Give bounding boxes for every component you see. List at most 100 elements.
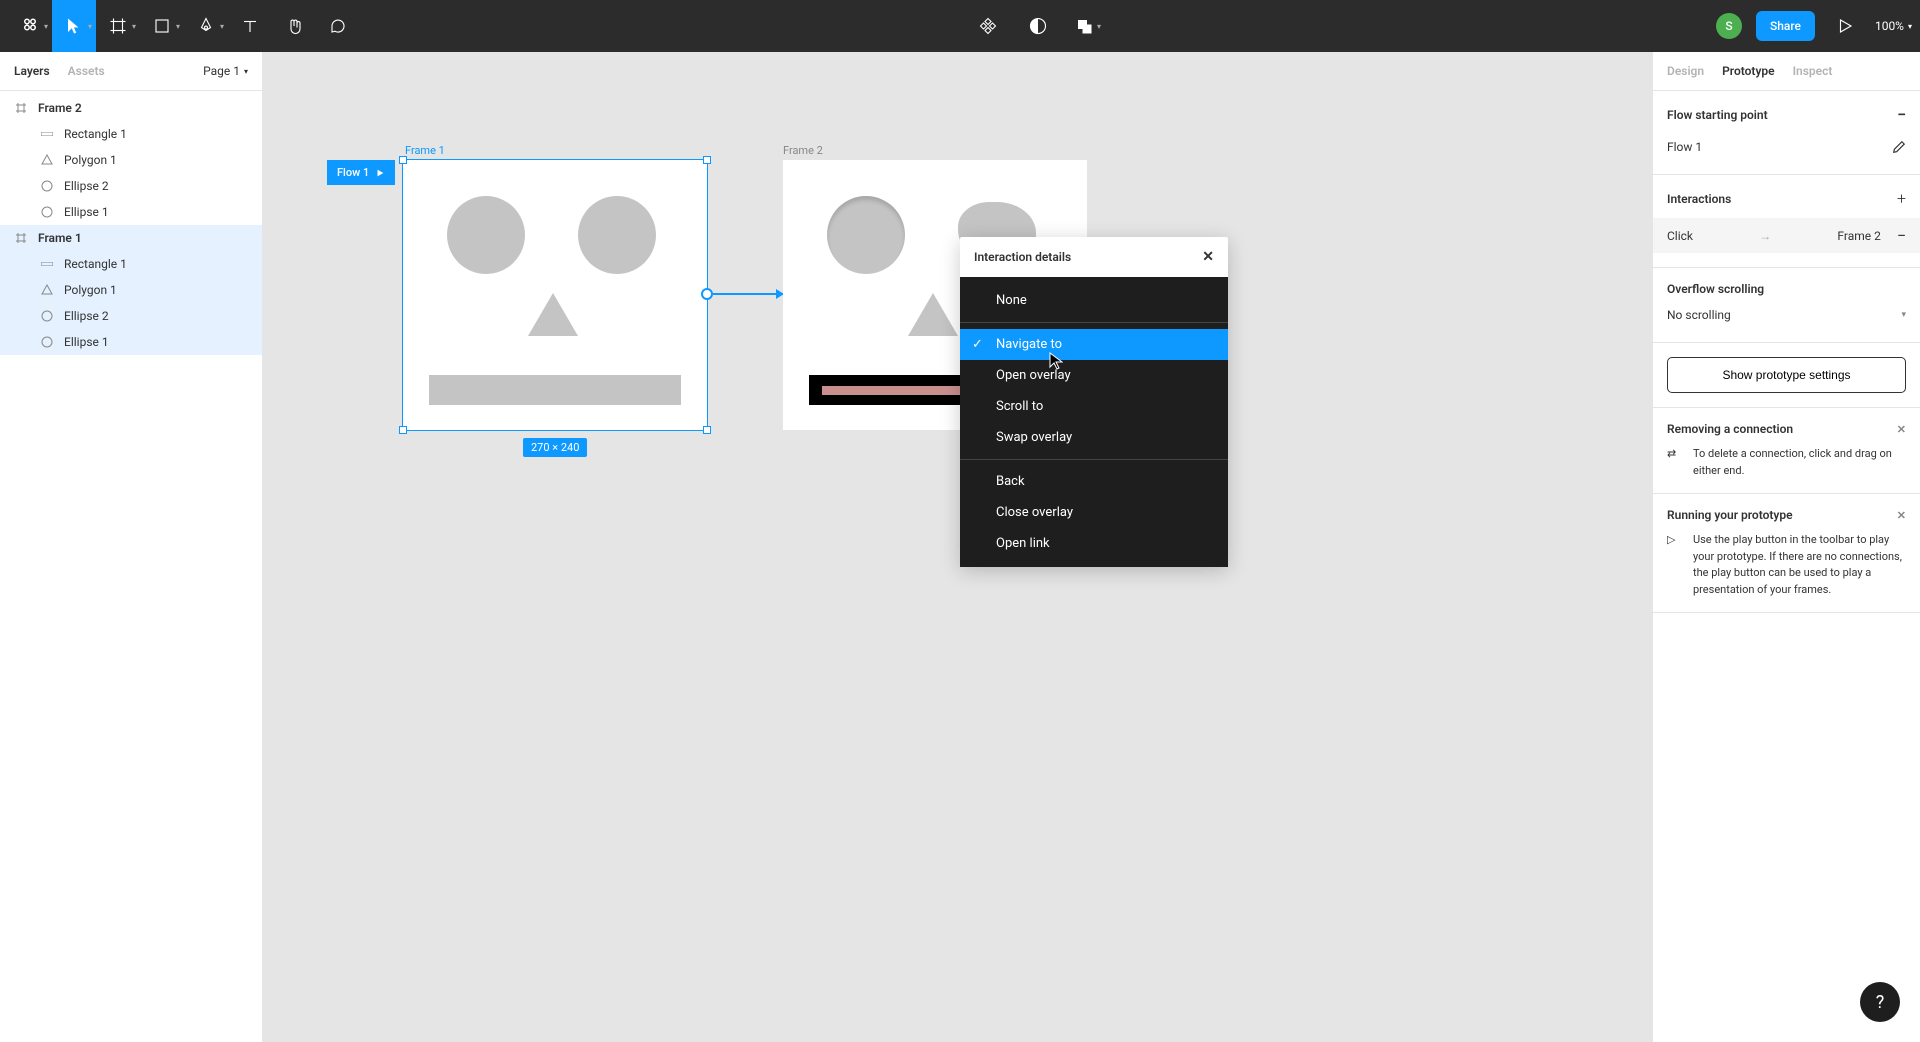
dropdown-option-close-overlay[interactable]: Close overlay — [960, 497, 1228, 528]
boolean-button[interactable]: ▾ — [1072, 10, 1104, 42]
section-header: Flow starting point − — [1667, 105, 1906, 124]
selection-handle[interactable] — [703, 426, 711, 434]
layer-polygon-1[interactable]: Polygon 1 — [0, 147, 262, 173]
frame-icon — [109, 17, 127, 35]
layer-rectangle-1[interactable]: Rectangle 1 — [0, 121, 262, 147]
layer-label: Ellipse 1 — [64, 205, 109, 219]
layer-ellipse-1b[interactable]: Ellipse 1 — [0, 329, 262, 355]
comment-icon — [329, 17, 347, 35]
chevron-down-icon: ▾ — [1908, 22, 1912, 31]
interaction-target: Frame 2 — [1837, 229, 1880, 243]
selection-handle[interactable] — [399, 426, 407, 434]
polygon-icon — [40, 153, 54, 167]
overflow-select[interactable]: No scrolling ▾ — [1667, 302, 1906, 328]
layer-ellipse-2b[interactable]: Ellipse 2 — [0, 303, 262, 329]
layers-tab[interactable]: Layers — [14, 64, 50, 78]
ellipse-icon — [40, 179, 54, 193]
add-interaction-button[interactable]: + — [1897, 189, 1906, 208]
help-text: ⇄ To delete a connection, click and drag… — [1667, 446, 1906, 479]
dropdown-option-navigate-to[interactable]: Navigate to — [960, 329, 1228, 360]
dropdown-option-scroll-to[interactable]: Scroll to — [960, 391, 1228, 422]
page-selector[interactable]: Page 1 ▾ — [203, 64, 248, 78]
selection-handle[interactable] — [703, 156, 711, 164]
dropdown-option-none[interactable]: None — [960, 285, 1228, 316]
shape-rectangle[interactable] — [429, 375, 681, 405]
components-button[interactable] — [972, 10, 1004, 42]
layer-polygon-1b[interactable]: Polygon 1 — [0, 277, 262, 303]
remove-button[interactable]: − — [1897, 105, 1906, 124]
section-header: Running your prototype ✕ — [1667, 508, 1906, 522]
section-title: Overflow scrolling — [1667, 282, 1764, 296]
layers-list: Frame 2 Rectangle 1 Polygon 1 Ellipse 2 … — [0, 91, 262, 1042]
size-badge: 270 × 240 — [523, 438, 587, 457]
shape-ellipse[interactable] — [447, 196, 525, 274]
toolbar-right: S Share 100% ▾ — [1716, 10, 1912, 42]
layer-rectangle-1b[interactable]: Rectangle 1 — [0, 251, 262, 277]
left-panel-tabs: Layers Assets Page 1 ▾ — [0, 52, 262, 91]
canvas-frame-1[interactable] — [403, 160, 707, 430]
shape-polygon[interactable] — [528, 293, 578, 336]
dropdown-option-back[interactable]: Back — [960, 466, 1228, 497]
prototype-tab[interactable]: Prototype — [1722, 64, 1775, 78]
layer-frame-2[interactable]: Frame 2 — [0, 95, 262, 121]
frame-2-label[interactable]: Frame 2 — [783, 144, 823, 157]
share-button[interactable]: Share — [1756, 11, 1815, 41]
pen-tool-button[interactable]: ▾ — [184, 0, 228, 52]
assets-tab[interactable]: Assets — [68, 64, 105, 78]
pen-icon — [197, 17, 215, 35]
shape-ellipse[interactable] — [827, 196, 905, 274]
main-menu-button[interactable]: ▾ — [8, 0, 52, 52]
move-tool-button[interactable]: ▾ — [52, 0, 96, 52]
play-icon: ▷ — [1667, 532, 1683, 598]
section-title: Removing a connection — [1667, 422, 1793, 436]
frame-tool-button[interactable]: ▾ — [96, 0, 140, 52]
chevron-down-icon: ▾ — [132, 22, 136, 31]
close-button[interactable]: ✕ — [1202, 249, 1214, 265]
zoom-selector[interactable]: 100% ▾ — [1875, 19, 1912, 33]
user-avatar[interactable]: S — [1716, 13, 1742, 39]
chevron-down-icon: ▾ — [1097, 22, 1101, 31]
selection-handle[interactable] — [399, 156, 407, 164]
layer-frame-1[interactable]: Frame 1 — [0, 225, 262, 251]
dismiss-button[interactable]: ✕ — [1897, 423, 1906, 436]
flow-badge[interactable]: Flow 1 — [327, 160, 395, 185]
connection-arrow[interactable] — [713, 293, 783, 295]
dropdown-option-open-overlay[interactable]: Open overlay — [960, 360, 1228, 391]
hand-icon — [285, 17, 303, 35]
help-text: ▷ Use the play button in the toolbar to … — [1667, 532, 1906, 598]
design-tab[interactable]: Design — [1667, 64, 1704, 78]
components-icon — [979, 17, 997, 35]
layer-label: Rectangle 1 — [64, 257, 127, 271]
main-area: Layers Assets Page 1 ▾ Frame 2 Rectangle… — [0, 52, 1920, 1042]
mask-button[interactable] — [1022, 10, 1054, 42]
text-tool-button[interactable] — [228, 0, 272, 52]
toolbar-center: ▾ — [360, 10, 1716, 42]
interaction-trigger: Click — [1667, 229, 1693, 243]
canvas[interactable]: Frame 1 Flow 1 270 × 240 Frame 2 — [263, 52, 1652, 1042]
dropdown-option-swap-overlay[interactable]: Swap overlay — [960, 422, 1228, 453]
connection-node[interactable] — [701, 288, 713, 300]
action-dropdown-menu: None Navigate to Open overlay Scroll to … — [960, 277, 1228, 567]
edit-icon[interactable] — [1892, 140, 1906, 154]
help-button[interactable]: ? — [1860, 982, 1900, 1022]
layer-ellipse-1[interactable]: Ellipse 1 — [0, 199, 262, 225]
interaction-row[interactable]: Click → Frame 2 − — [1653, 218, 1920, 253]
shape-polygon[interactable] — [908, 293, 958, 336]
layer-label: Ellipse 2 — [64, 179, 109, 193]
section-header: Overflow scrolling — [1667, 282, 1906, 296]
inspect-tab[interactable]: Inspect — [1793, 64, 1833, 78]
dismiss-button[interactable]: ✕ — [1897, 509, 1906, 522]
show-prototype-settings-button[interactable]: Show prototype settings — [1667, 357, 1906, 393]
remove-interaction-button[interactable]: − — [1897, 226, 1906, 245]
present-button[interactable] — [1829, 10, 1861, 42]
dropdown-option-open-link[interactable]: Open link — [960, 528, 1228, 559]
shape-ellipse[interactable] — [578, 196, 656, 274]
frame-1-label[interactable]: Frame 1 — [405, 144, 445, 157]
layer-label: Ellipse 1 — [64, 335, 109, 349]
hand-tool-button[interactable] — [272, 0, 316, 52]
shape-tool-button[interactable]: ▾ — [140, 0, 184, 52]
layer-ellipse-2[interactable]: Ellipse 2 — [0, 173, 262, 199]
flow-name: Flow 1 — [1667, 140, 1702, 154]
comment-tool-button[interactable] — [316, 0, 360, 52]
flow-row[interactable]: Flow 1 — [1667, 134, 1906, 160]
